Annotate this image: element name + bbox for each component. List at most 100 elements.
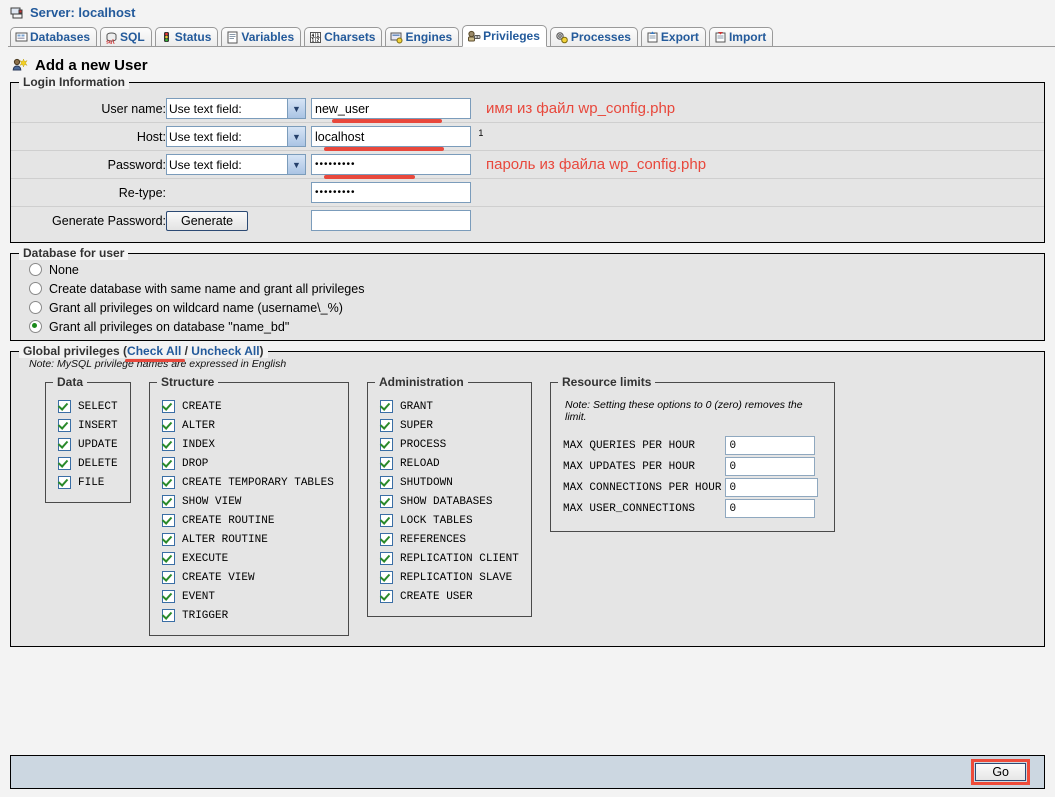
resource-limit-row: MAX QUERIES PER HOUR: [563, 435, 818, 456]
row-username: User name: Use text field: ▼ имя из файл…: [11, 95, 1044, 123]
checkbox-icon[interactable]: [162, 495, 175, 508]
privilege-show-view[interactable]: SHOW VIEW: [162, 492, 334, 511]
privilege-shutdown[interactable]: SHUTDOWN: [380, 473, 517, 492]
privilege-lock-tables[interactable]: LOCK TABLES: [380, 511, 517, 530]
privilege-update[interactable]: UPDATE: [58, 435, 116, 454]
host-footnote-marker: 1: [474, 128, 483, 138]
username-input[interactable]: [311, 98, 471, 119]
privilege-grant[interactable]: GRANT: [380, 397, 517, 416]
username-mode-select[interactable]: Use text field:: [166, 98, 306, 119]
checkbox-icon[interactable]: [162, 590, 175, 603]
status-icon: [160, 31, 173, 44]
go-button[interactable]: Go: [975, 763, 1026, 781]
radio-label: Grant all privileges on wildcard name (u…: [49, 301, 343, 315]
checkbox-icon[interactable]: [380, 495, 393, 508]
tab-privileges[interactable]: Privileges: [462, 25, 547, 47]
checkbox-icon[interactable]: [162, 400, 175, 413]
checkbox-icon[interactable]: [162, 571, 175, 584]
privilege-show-databases[interactable]: SHOW DATABASES: [380, 492, 517, 511]
tab-import[interactable]: Import: [709, 27, 773, 46]
radio-option-wildcard[interactable]: Grant all privileges on wildcard name (u…: [29, 298, 1044, 317]
checkbox-icon[interactable]: [162, 457, 175, 470]
privilege-execute[interactable]: EXECUTE: [162, 549, 334, 568]
radio-option-none[interactable]: None: [29, 260, 1044, 279]
checkbox-icon[interactable]: [380, 438, 393, 451]
password-mode-select[interactable]: Use text field:: [166, 154, 306, 175]
checkbox-icon[interactable]: [162, 552, 175, 565]
privilege-trigger[interactable]: TRIGGER: [162, 606, 334, 625]
privilege-super[interactable]: SUPER: [380, 416, 517, 435]
main-tabbar: Databases sql SQL Status Variables 4112 …: [8, 24, 1055, 47]
checkbox-icon[interactable]: [380, 419, 393, 432]
max-connections-per-hour-input[interactable]: [725, 478, 818, 497]
tab-export[interactable]: Export: [641, 27, 706, 46]
privilege-file[interactable]: FILE: [58, 473, 116, 492]
checkbox-icon[interactable]: [162, 438, 175, 451]
password-input[interactable]: [311, 154, 471, 175]
host-mode-select[interactable]: Use text field:: [166, 126, 306, 147]
privilege-delete[interactable]: DELETE: [58, 454, 116, 473]
check-all-link[interactable]: Check All: [127, 344, 181, 358]
privilege-create-routine[interactable]: CREATE ROUTINE: [162, 511, 334, 530]
checkbox-icon[interactable]: [380, 571, 393, 584]
checkbox-icon[interactable]: [162, 514, 175, 527]
checkbox-icon[interactable]: [380, 590, 393, 603]
privilege-label: INDEX: [182, 439, 215, 451]
tab-processes[interactable]: Processes: [550, 27, 638, 46]
checkbox-icon[interactable]: [380, 476, 393, 489]
privilege-alter-routine[interactable]: ALTER ROUTINE: [162, 530, 334, 549]
tab-databases[interactable]: Databases: [10, 27, 97, 46]
tab-charsets-label: Charsets: [324, 30, 375, 44]
privilege-reload[interactable]: RELOAD: [380, 454, 517, 473]
max-user-connections-input[interactable]: [725, 499, 815, 518]
privilege-references[interactable]: REFERENCES: [380, 530, 517, 549]
privilege-label: PROCESS: [400, 439, 446, 451]
checkbox-icon[interactable]: [58, 457, 71, 470]
privilege-create-user[interactable]: CREATE USER: [380, 587, 517, 606]
privilege-drop[interactable]: DROP: [162, 454, 334, 473]
checkbox-icon[interactable]: [58, 419, 71, 432]
tab-charsets[interactable]: 4112 Charsets: [304, 27, 382, 46]
checkbox-icon[interactable]: [380, 533, 393, 546]
password-annotation-cell: пароль из файла wp_config.php: [486, 151, 1044, 179]
checkbox-icon[interactable]: [58, 476, 71, 489]
checkbox-icon[interactable]: [58, 438, 71, 451]
privilege-label: SELECT: [78, 401, 118, 413]
generated-password-input[interactable]: [311, 210, 471, 231]
host-input[interactable]: [311, 126, 471, 147]
privilege-replication-slave[interactable]: REPLICATION SLAVE: [380, 568, 517, 587]
max-updates-per-hour-input[interactable]: [725, 457, 815, 476]
radio-option-named-database[interactable]: Grant all privileges on database "name_b…: [29, 317, 1044, 336]
tab-status[interactable]: Status: [155, 27, 219, 46]
checkbox-icon[interactable]: [58, 400, 71, 413]
checkbox-icon[interactable]: [380, 514, 393, 527]
checkbox-icon[interactable]: [162, 476, 175, 489]
privilege-create-temporary-tables[interactable]: CREATE TEMPORARY TABLES: [162, 473, 334, 492]
retype-input[interactable]: [311, 182, 471, 203]
uncheck-all-link[interactable]: Uncheck All: [191, 344, 259, 358]
privilege-index[interactable]: INDEX: [162, 435, 334, 454]
privilege-select[interactable]: SELECT: [58, 397, 116, 416]
generate-button[interactable]: Generate: [166, 211, 248, 231]
privilege-alter[interactable]: ALTER: [162, 416, 334, 435]
checkbox-icon[interactable]: [380, 552, 393, 565]
privilege-create-view[interactable]: CREATE VIEW: [162, 568, 334, 587]
privilege-label: REPLICATION CLIENT: [400, 553, 519, 565]
privilege-process[interactable]: PROCESS: [380, 435, 517, 454]
checkbox-icon[interactable]: [380, 457, 393, 470]
checkbox-icon[interactable]: [162, 419, 175, 432]
tab-engines[interactable]: Engines: [385, 27, 459, 46]
privilege-replication-client[interactable]: REPLICATION CLIENT: [380, 549, 517, 568]
tab-sql[interactable]: sql SQL: [100, 27, 152, 46]
privilege-label: DROP: [182, 458, 208, 470]
radio-option-create-same-name[interactable]: Create database with same name and grant…: [29, 279, 1044, 298]
checkbox-icon[interactable]: [162, 609, 175, 622]
checkbox-icon[interactable]: [162, 533, 175, 546]
tab-variables[interactable]: Variables: [221, 27, 301, 46]
privilege-event[interactable]: EVENT: [162, 587, 334, 606]
max-queries-per-hour-input[interactable]: [725, 436, 815, 455]
checkbox-icon[interactable]: [380, 400, 393, 413]
privilege-create[interactable]: CREATE: [162, 397, 334, 416]
privilege-insert[interactable]: INSERT: [58, 416, 116, 435]
svg-text:2: 2: [317, 37, 320, 43]
